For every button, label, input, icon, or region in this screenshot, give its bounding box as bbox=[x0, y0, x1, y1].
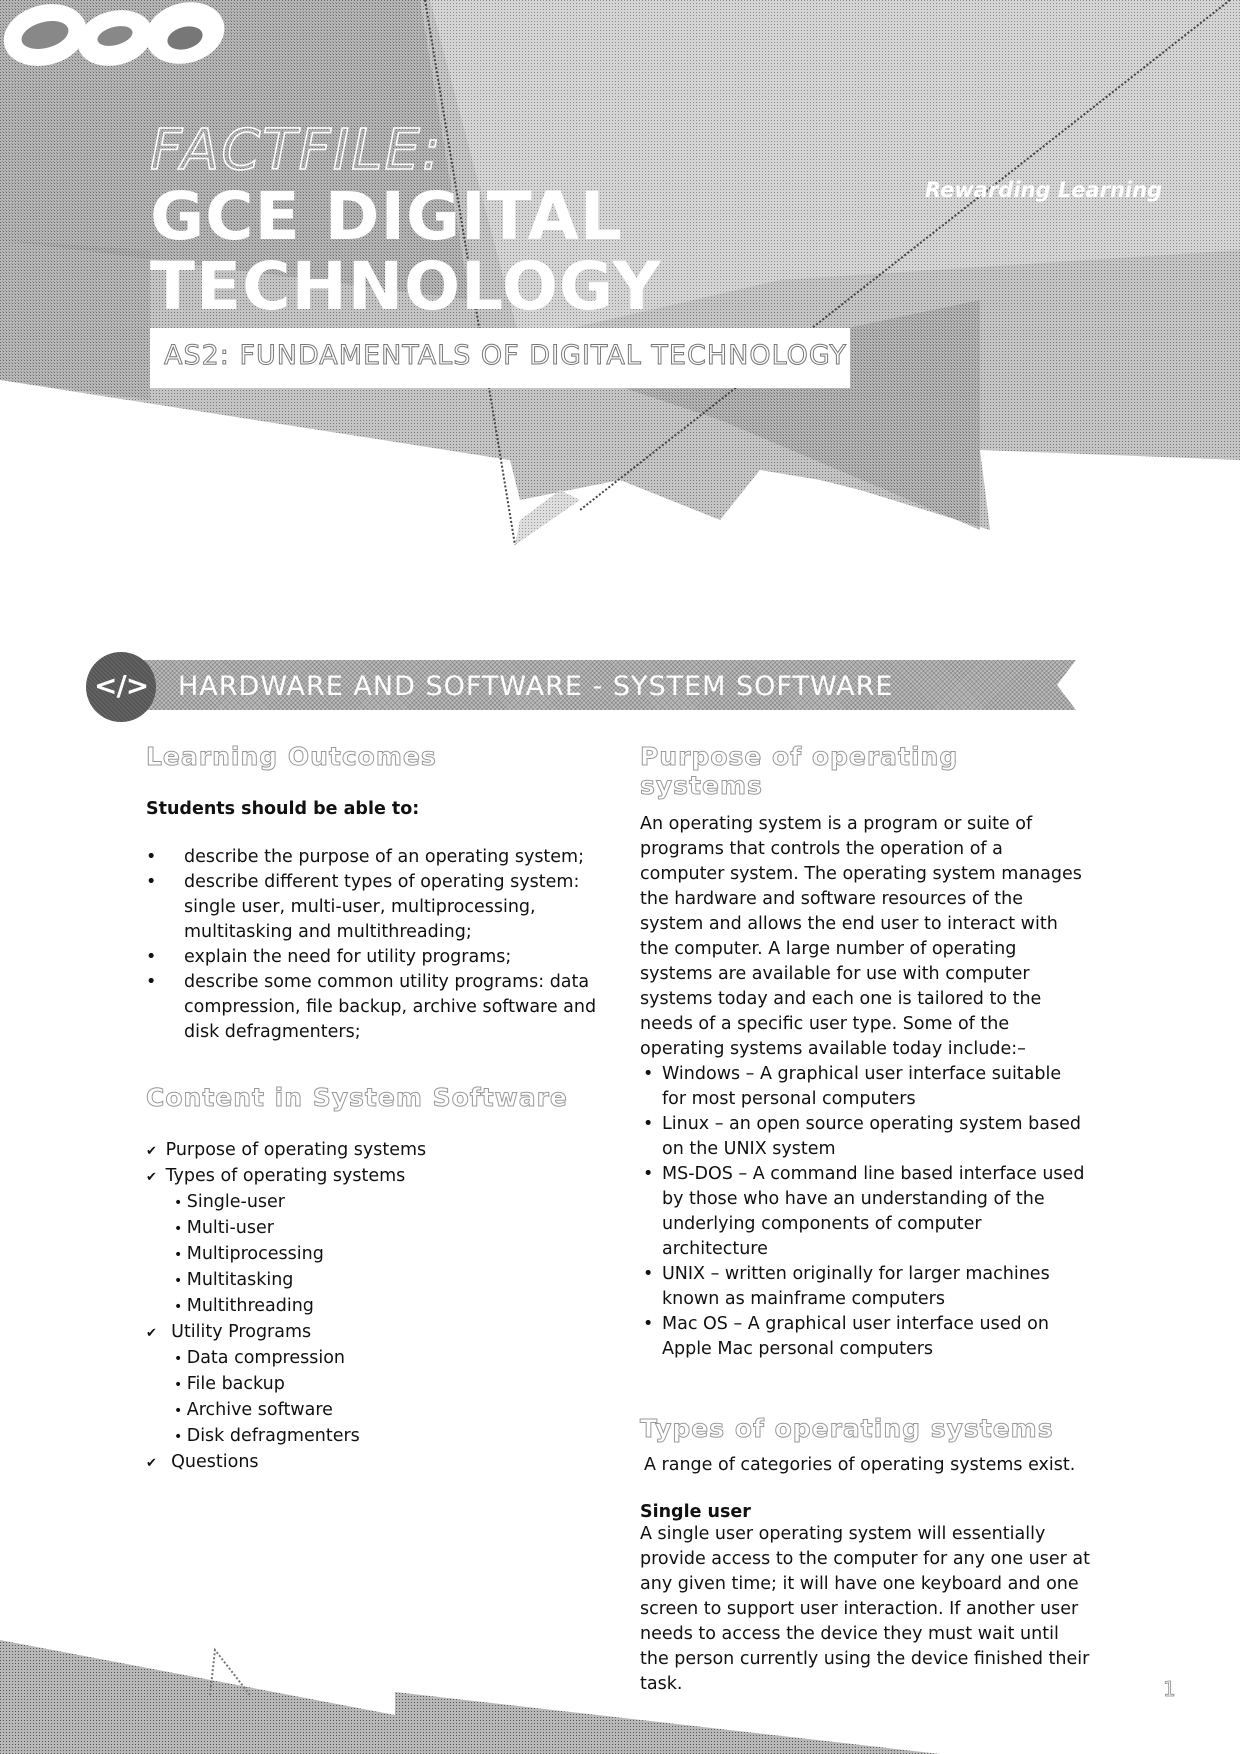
os-list: Windows – A graphical user interface sui… bbox=[640, 1062, 1090, 1362]
list-item: MS-DOS – A command line based interface … bbox=[640, 1162, 1090, 1262]
list-item: ✔ Types of operating systems Single-user… bbox=[146, 1164, 601, 1320]
check-icon: ✔ bbox=[146, 1326, 157, 1341]
sub-list-item: Single-user bbox=[174, 1190, 601, 1216]
subtitle-box: AS2: FUNDAMENTALS OF DIGITAL TECHNOLOGY bbox=[150, 328, 850, 388]
content-item-label: Questions bbox=[171, 1452, 259, 1472]
sub-list: Data compression File backup Archive sof… bbox=[146, 1346, 601, 1450]
list-item: UNIX – written originally for larger mac… bbox=[640, 1262, 1090, 1312]
check-icon: ✔ bbox=[146, 1170, 157, 1185]
sub-list-item: Data compression bbox=[174, 1346, 601, 1372]
content-item-label: Purpose of operating systems bbox=[165, 1140, 427, 1160]
section-title: HARDWARE AND SOFTWARE - SYSTEM SOFTWARE bbox=[178, 671, 894, 702]
page-number: 1 bbox=[1163, 1677, 1177, 1702]
sub-list-item: Multi-user bbox=[174, 1216, 601, 1242]
document-subtitle: AS2: FUNDAMENTALS OF DIGITAL TECHNOLOGY bbox=[164, 340, 847, 372]
list-item: explain the need for utility programs; bbox=[146, 945, 601, 970]
sub-list-item: Disk defragmenters bbox=[174, 1424, 601, 1450]
section-banner: </> HARDWARE AND SOFTWARE - SYSTEM SOFTW… bbox=[86, 652, 1086, 722]
left-column: Learning Outcomes Students should be abl… bbox=[146, 742, 601, 1476]
content-list: ✔ Purpose of operating systems ✔ Types o… bbox=[146, 1138, 601, 1476]
sub-list-item: Multithreading bbox=[174, 1294, 601, 1320]
check-icon: ✔ bbox=[146, 1456, 157, 1471]
list-item: Linux – an open source operating system … bbox=[640, 1112, 1090, 1162]
footer-graphic bbox=[0, 1640, 940, 1754]
list-item: describe some common utility programs: d… bbox=[146, 970, 601, 1045]
types-intro: A range of categories of operating syste… bbox=[644, 1455, 1076, 1475]
purpose-heading: Purpose of operating systems bbox=[640, 742, 959, 801]
banner-icon-circle: </> bbox=[86, 652, 156, 722]
sub-list-item: Archive software bbox=[174, 1398, 601, 1424]
learning-outcomes-list: describe the purpose of an operating sys… bbox=[146, 845, 601, 1045]
content-heading: Content in System Software bbox=[146, 1083, 568, 1113]
document-title-line1: GCE DIGITAL bbox=[150, 178, 623, 255]
list-item: Windows – A graphical user interface sui… bbox=[640, 1062, 1090, 1112]
content-item-label: Utility Programs bbox=[171, 1322, 312, 1342]
list-item: describe the purpose of an operating sys… bbox=[146, 845, 601, 870]
sub-list-item: File backup bbox=[174, 1372, 601, 1398]
list-item: Mac OS – A graphical user interface used… bbox=[640, 1312, 1090, 1362]
cea-logo-icon bbox=[3, 2, 225, 66]
code-icon: </> bbox=[94, 669, 149, 702]
types-heading: Types of operating systems bbox=[640, 1414, 1054, 1444]
sub-list-item: Multitasking bbox=[174, 1268, 601, 1294]
list-item: ✔ Questions bbox=[146, 1450, 601, 1476]
learning-outcomes-heading: Learning Outcomes bbox=[146, 742, 437, 772]
check-icon: ✔ bbox=[146, 1144, 157, 1159]
cover-header: FACTFILE: GCE DIGITAL TECHNOLOGY AS2: FU… bbox=[0, 0, 1240, 600]
logo-tagline: Rewarding Learning bbox=[925, 178, 1163, 202]
sub-list-item: Multiprocessing bbox=[174, 1242, 601, 1268]
list-item: describe different types of operating sy… bbox=[146, 870, 601, 945]
purpose-body: An operating system is a program or suit… bbox=[640, 814, 1082, 1059]
right-column: Purpose of operating systems An operatin… bbox=[640, 742, 1091, 1697]
factfile-kicker: FACTFILE: bbox=[149, 117, 443, 184]
learning-outcomes-lead: Students should be able to: bbox=[146, 799, 420, 819]
content-item-label: Types of operating systems bbox=[165, 1166, 406, 1186]
single-user-heading: Single user bbox=[640, 1502, 751, 1522]
list-item: ✔ Purpose of operating systems bbox=[146, 1138, 601, 1164]
sub-list: Single-user Multi-user Multiprocessing M… bbox=[146, 1190, 601, 1320]
list-item: ✔ Utility Programs Data compression File… bbox=[146, 1320, 601, 1450]
document-title-line2: TECHNOLOGY bbox=[150, 248, 662, 325]
